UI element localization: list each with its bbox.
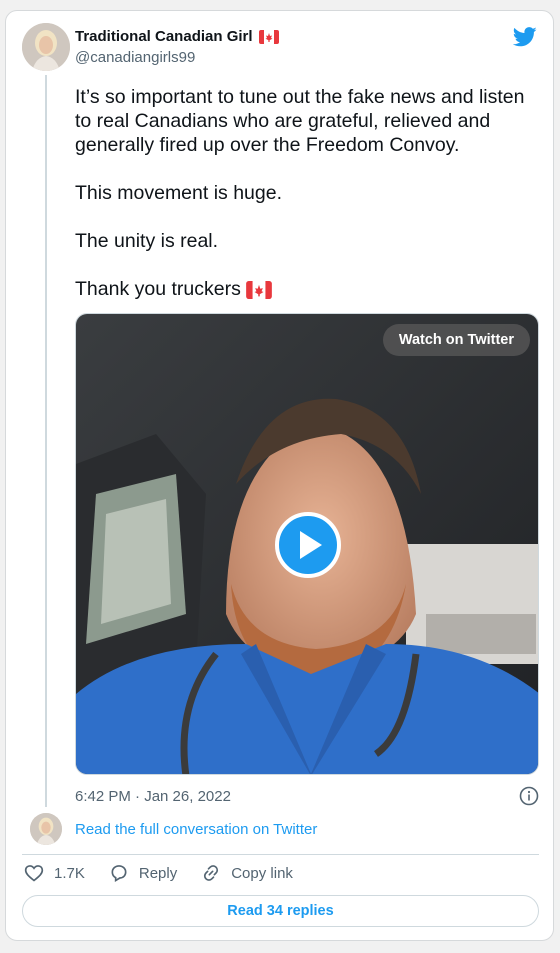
reply-icon xyxy=(111,865,127,882)
read-replies-button[interactable]: Read 34 replies xyxy=(22,895,539,927)
like-button[interactable]: 1.7K xyxy=(24,863,85,883)
timestamp-row: 6:42 PM · Jan 26, 2022 xyxy=(75,786,539,806)
author-display-name[interactable]: Traditional Canadian Girl xyxy=(75,28,253,45)
twitter-bird-icon[interactable] xyxy=(513,27,537,47)
canada-flag-icon xyxy=(246,280,273,299)
copy-link-label: Copy link xyxy=(231,864,293,882)
divider xyxy=(22,854,539,855)
tweet-paragraph-3: The unity is real. xyxy=(75,230,219,252)
action-bar: 1.7K Reply Copy link xyxy=(24,863,293,883)
copy-link-button[interactable]: Copy link xyxy=(201,863,293,883)
heart-icon xyxy=(24,865,44,882)
author-name-row[interactable]: Traditional Canadian Girl xyxy=(75,28,279,45)
author-avatar[interactable] xyxy=(22,23,70,71)
tweet-paragraph-1: It’s so important to tune out the fake n… xyxy=(75,86,525,156)
reply-button[interactable]: Reply xyxy=(109,863,177,883)
reply-label: Reply xyxy=(138,864,178,882)
play-icon[interactable] xyxy=(275,512,341,578)
tweet-text: It’s so important to tune out the fake n… xyxy=(75,85,545,325)
conversation-avatar xyxy=(30,813,62,845)
tweet-paragraph-2: This movement is huge. xyxy=(75,182,283,204)
link-icon xyxy=(204,865,219,881)
tweet-embed-card: Traditional Canadian Girl @canadiangirls… xyxy=(5,10,554,941)
tweet-paragraph-4-text: Thank you truckers xyxy=(75,278,241,300)
canada-flag-icon xyxy=(258,29,279,44)
author-handle[interactable]: @canadiangirls99 xyxy=(75,49,195,66)
read-full-conversation-link[interactable]: Read the full conversation on Twitter xyxy=(75,821,317,838)
watch-on-twitter-button[interactable]: Watch on Twitter xyxy=(382,324,530,356)
video-thumbnail[interactable]: Watch on Twitter xyxy=(75,313,539,775)
info-icon[interactable] xyxy=(519,786,539,806)
tweet-timestamp[interactable]: 6:42 PM · Jan 26, 2022 xyxy=(75,788,231,805)
like-count: 1.7K xyxy=(54,864,85,882)
tweet-paragraph-4: Thank you truckers xyxy=(75,277,545,301)
thread-line xyxy=(45,75,47,807)
